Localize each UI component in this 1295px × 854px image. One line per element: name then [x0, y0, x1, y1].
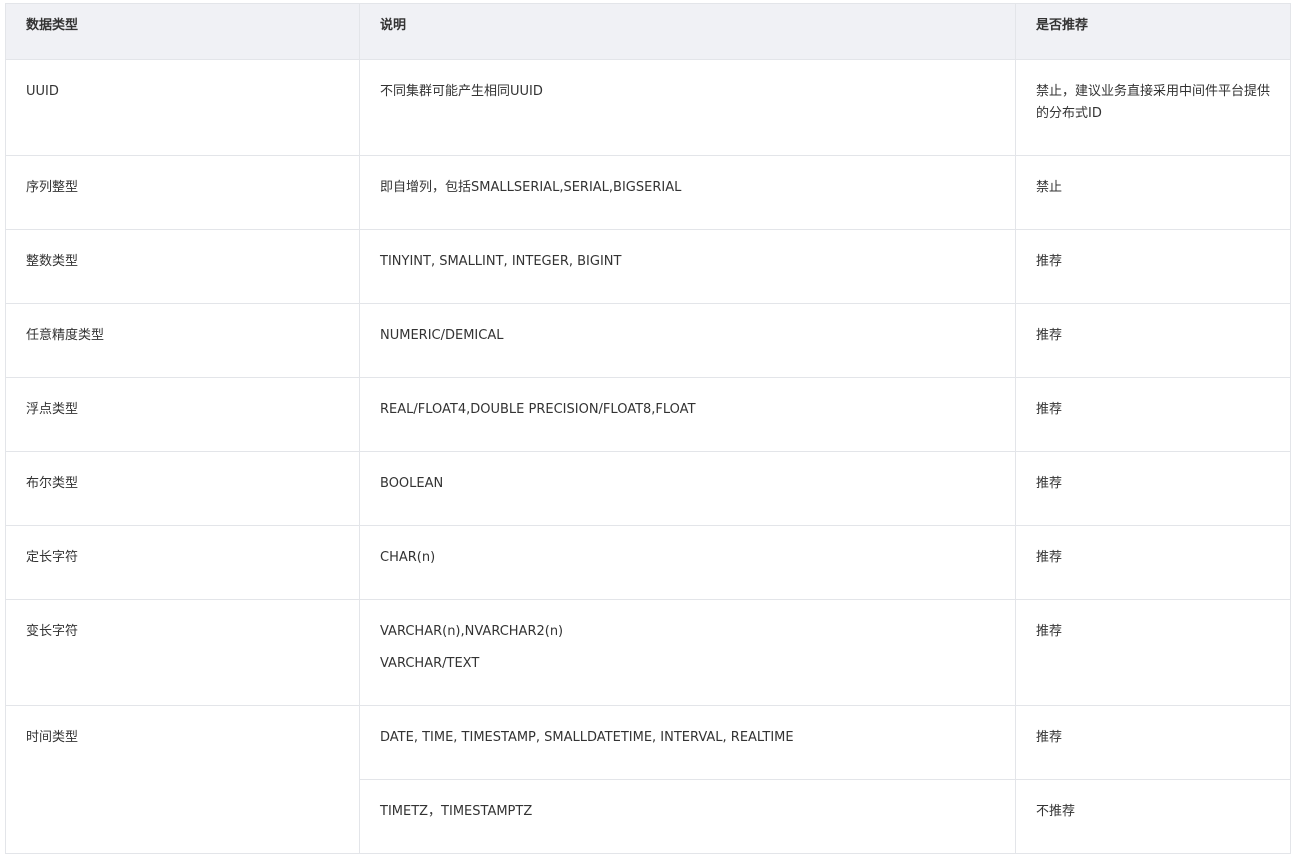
table-row: 变长字符 VARCHAR(n),NVARCHAR2(n) VARCHAR/TEX… [5, 599, 1291, 706]
header-description-label: 说明 [380, 18, 407, 33]
cell-type: 布尔类型 [5, 451, 360, 526]
type-text: 定长字符 [26, 550, 79, 565]
cell-desc: 不同集群可能产生相同UUID [359, 59, 1016, 156]
type-text: 任意精度类型 [26, 328, 105, 343]
data-type-table: 数据类型 说明 是否推荐 UUID 不同集群可能产生相同UUID 禁止，建议业务… [5, 3, 1291, 854]
header-row: 数据类型 说明 是否推荐 [5, 3, 1291, 60]
desc-text: VARCHAR(n),NVARCHAR2(n) [380, 624, 564, 639]
cell-type: 时间类型 [5, 705, 360, 854]
desc-text: 即自增列，包括SMALLSERIAL,SERIAL,BIGSERIAL [380, 180, 682, 195]
table-row: 任意精度类型 NUMERIC/DEMICAL 推荐 [5, 303, 1291, 378]
rec-text: 推荐 [1036, 476, 1063, 491]
table-row: 整数类型 TINYINT, SMALLINT, INTEGER, BIGINT … [5, 229, 1291, 304]
desc-text: VARCHAR/TEXT [380, 656, 480, 671]
cell-desc: TINYINT, SMALLINT, INTEGER, BIGINT [359, 229, 1016, 304]
cell-type: 整数类型 [5, 229, 360, 304]
cell-rec: 禁止 [1015, 155, 1291, 230]
cell-desc: NUMERIC/DEMICAL [359, 303, 1016, 378]
rec-text: 推荐 [1036, 550, 1063, 565]
cell-type: 浮点类型 [5, 377, 360, 452]
table-row: 序列整型 即自增列，包括SMALLSERIAL,SERIAL,BIGSERIAL… [5, 155, 1291, 230]
rec-text: 不推荐 [1036, 804, 1076, 819]
type-text: 布尔类型 [26, 476, 79, 491]
data-type-table-container: 数据类型 说明 是否推荐 UUID 不同集群可能产生相同UUID 禁止，建议业务… [5, 3, 1291, 854]
rec-text: 推荐 [1036, 328, 1063, 343]
table-row: 布尔类型 BOOLEAN 推荐 [5, 451, 1291, 526]
desc-text: NUMERIC/DEMICAL [380, 328, 504, 343]
header-data-type-label: 数据类型 [26, 18, 79, 33]
desc-text: BOOLEAN [380, 476, 444, 491]
rec-text: 禁止，建议业务直接采用中间件平台提供的分布式ID [1036, 84, 1271, 121]
rec-text: 禁止 [1036, 180, 1063, 195]
table-row: 时间类型 DATE, TIME, TIMESTAMP, SMALLDATETIM… [5, 705, 1291, 854]
table-row: 定长字符 CHAR(n) 推荐 [5, 525, 1291, 600]
desc-text: TINYINT, SMALLINT, INTEGER, BIGINT [380, 254, 622, 269]
desc-text: 不同集群可能产生相同UUID [380, 84, 543, 99]
header-data-type: 数据类型 [5, 3, 360, 60]
cell-rec: 不推荐 [1015, 779, 1291, 854]
cell-rec: 推荐 [1015, 525, 1291, 600]
header-recommended: 是否推荐 [1015, 3, 1291, 60]
cell-desc: TIMETZ，TIMESTAMPTZ [359, 779, 1016, 854]
type-text: 整数类型 [26, 254, 79, 269]
cell-rec: 推荐 [1015, 229, 1291, 304]
desc-text: CHAR(n) [380, 550, 436, 565]
table-header: 数据类型 说明 是否推荐 [5, 3, 1291, 60]
desc-text: REAL/FLOAT4,DOUBLE PRECISION/FLOAT8,FLOA… [380, 402, 696, 417]
rec-text: 推荐 [1036, 730, 1063, 745]
header-description: 说明 [359, 3, 1016, 60]
desc-text: DATE, TIME, TIMESTAMP, SMALLDATETIME, IN… [380, 730, 794, 745]
rec-text: 推荐 [1036, 402, 1063, 417]
cell-type: 序列整型 [5, 155, 360, 230]
table-row: UUID 不同集群可能产生相同UUID 禁止，建议业务直接采用中间件平台提供的分… [5, 59, 1291, 156]
cell-desc: 即自增列，包括SMALLSERIAL,SERIAL,BIGSERIAL [359, 155, 1016, 230]
type-text: 浮点类型 [26, 402, 79, 417]
table-row: 浮点类型 REAL/FLOAT4,DOUBLE PRECISION/FLOAT8… [5, 377, 1291, 452]
type-text: 序列整型 [26, 180, 79, 195]
cell-desc: VARCHAR(n),NVARCHAR2(n) VARCHAR/TEXT [359, 599, 1016, 706]
cell-rec: 禁止，建议业务直接采用中间件平台提供的分布式ID [1015, 59, 1291, 156]
cell-rec: 推荐 [1015, 705, 1291, 780]
cell-rec: 推荐 [1015, 599, 1291, 706]
table-body: UUID 不同集群可能产生相同UUID 禁止，建议业务直接采用中间件平台提供的分… [5, 59, 1291, 854]
cell-desc: REAL/FLOAT4,DOUBLE PRECISION/FLOAT8,FLOA… [359, 377, 1016, 452]
cell-type: UUID [5, 59, 360, 156]
cell-rec: 推荐 [1015, 377, 1291, 452]
type-text: UUID [26, 84, 59, 99]
cell-desc: CHAR(n) [359, 525, 1016, 600]
desc-text: TIMETZ，TIMESTAMPTZ [380, 804, 533, 819]
rec-text: 推荐 [1036, 624, 1063, 639]
header-recommended-label: 是否推荐 [1036, 18, 1089, 33]
cell-desc: BOOLEAN [359, 451, 1016, 526]
cell-desc: DATE, TIME, TIMESTAMP, SMALLDATETIME, IN… [359, 705, 1016, 780]
cell-type: 变长字符 [5, 599, 360, 706]
cell-rec: 推荐 [1015, 451, 1291, 526]
cell-type: 任意精度类型 [5, 303, 360, 378]
cell-rec: 推荐 [1015, 303, 1291, 378]
cell-type: 定长字符 [5, 525, 360, 600]
type-text: 变长字符 [26, 624, 79, 639]
rec-text: 推荐 [1036, 254, 1063, 269]
type-text: 时间类型 [26, 730, 79, 745]
